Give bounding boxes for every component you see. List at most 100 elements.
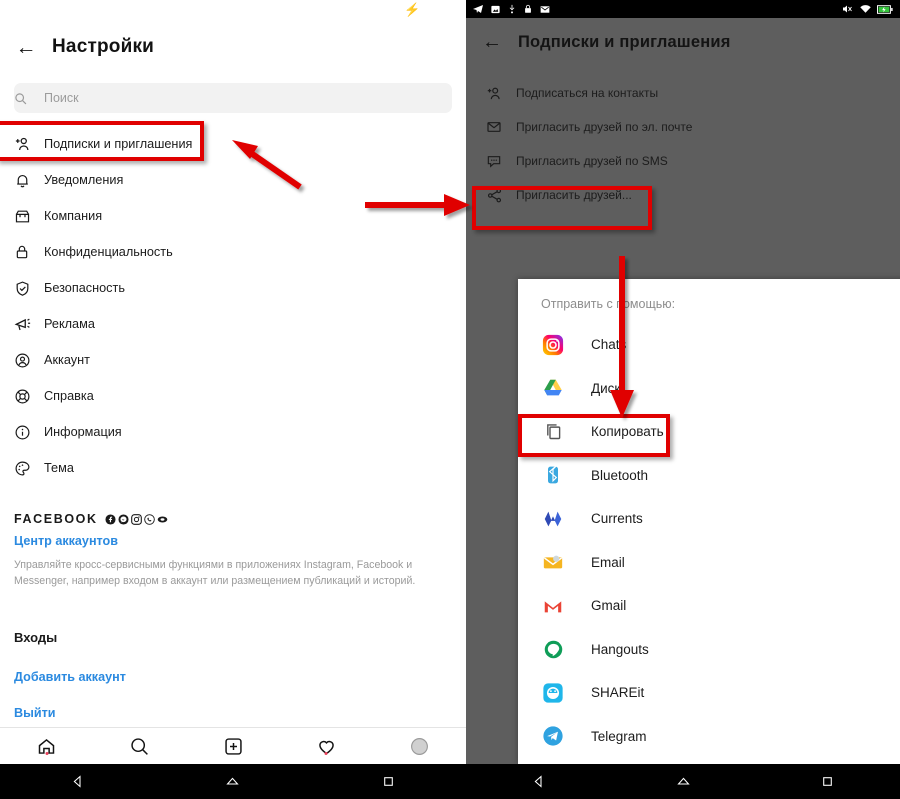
- oculus-icon: [157, 516, 167, 522]
- volume-mute-icon: [843, 5, 852, 13]
- status-left-icons: [466, 3, 551, 15]
- add-person-icon: [14, 133, 44, 155]
- avatar-icon: [410, 737, 428, 755]
- share-option-label: Telegram: [591, 728, 647, 744]
- right-settings-menu: Подписаться на контакты Пригласить друзе…: [466, 76, 900, 212]
- android-back-icon[interactable]: [0, 774, 155, 789]
- menu-item-follow-contacts[interactable]: Подписаться на контакты: [466, 76, 900, 110]
- share-option-shareit[interactable]: SHAREit: [518, 671, 900, 715]
- left-status-bar: ⚡: [0, 0, 466, 22]
- share-option-label: Email: [591, 554, 625, 570]
- tab-activity[interactable]: [280, 736, 373, 757]
- share-option-label: Диск: [591, 380, 621, 396]
- add-account-link[interactable]: Добавить аккаунт: [14, 670, 126, 684]
- account-circle-icon: [14, 349, 44, 371]
- status-right-icons: [841, 0, 893, 18]
- left-settings-menu: Подписки и приглашения Уведомления Компа…: [0, 126, 466, 486]
- share-option-telegram[interactable]: Telegram: [518, 715, 900, 759]
- sidebar-item-notifications[interactable]: Уведомления: [0, 162, 466, 198]
- sidebar-item-label: Аккаунт: [44, 353, 90, 367]
- shield-check-icon: [14, 277, 44, 299]
- menu-item-invite-sms[interactable]: Пригласить друзей по SMS: [466, 144, 900, 178]
- android-home-icon[interactable]: [611, 774, 756, 789]
- sidebar-item-subscriptions[interactable]: Подписки и приглашения: [0, 126, 466, 162]
- telegram-icon: [541, 724, 565, 748]
- share-option-chats[interactable]: Chats: [518, 323, 900, 367]
- sidebar-item-ads[interactable]: Реклама: [0, 306, 466, 342]
- menu-item-label: Подписаться на контакты: [516, 86, 659, 100]
- palette-icon: [14, 457, 44, 479]
- share-sheet-title: Отправить с помощью:: [541, 297, 676, 311]
- sidebar-item-label: Справка: [44, 389, 94, 403]
- page-title: Настройки: [52, 36, 155, 57]
- screenshot-root: ⚡ ← Настройки Поиск Подписки и приглашен…: [0, 0, 900, 799]
- sidebar-item-label: Тема: [44, 461, 74, 475]
- share-option-drive[interactable]: Диск: [518, 367, 900, 411]
- usb-icon: [509, 4, 515, 14]
- menu-item-label: Пригласить друзей по SMS: [516, 154, 668, 168]
- sidebar-item-privacy[interactable]: Конфиденциальность: [0, 234, 466, 270]
- facebook-block: FACEBOOK Центр аккаунтов Управляйте крос…: [14, 512, 454, 589]
- sidebar-item-account[interactable]: Аккаунт: [0, 342, 466, 378]
- sidebar-item-theme[interactable]: Тема: [0, 450, 466, 486]
- share-sheet-list: Chats Диск Копировать Bluetooth Currents…: [518, 323, 900, 758]
- sidebar-item-label: Информация: [44, 425, 122, 439]
- instagram-icon: [541, 333, 565, 357]
- accounts-center-link[interactable]: Центр аккаунтов: [14, 534, 454, 548]
- screenshot-icon: [491, 5, 500, 13]
- tab-search[interactable]: [93, 736, 186, 757]
- share-option-bluetooth[interactable]: Bluetooth: [518, 454, 900, 498]
- wifi-icon: [860, 5, 871, 13]
- menu-item-invite-email[interactable]: Пригласить друзей по эл. почте: [466, 110, 900, 144]
- add-person-icon: [486, 85, 516, 102]
- share-option-label: Hangouts: [591, 641, 649, 657]
- sidebar-item-label: Реклама: [44, 317, 95, 331]
- share-option-gmail[interactable]: Gmail: [518, 584, 900, 628]
- search-input[interactable]: Поиск: [14, 83, 452, 113]
- menu-item-label: Пригласить друзей по эл. почте: [516, 120, 693, 134]
- share-option-hangouts[interactable]: Hangouts: [518, 628, 900, 672]
- sidebar-item-label: Подписки и приглашения: [44, 137, 193, 151]
- menu-item-label: Пригласить друзей...: [516, 188, 632, 202]
- android-back-icon[interactable]: [466, 774, 611, 789]
- share-option-email[interactable]: Email: [518, 541, 900, 585]
- share-option-currents[interactable]: Currents: [518, 497, 900, 541]
- bluetooth-icon: [541, 463, 565, 487]
- back-arrow-icon[interactable]: ←: [0, 37, 52, 58]
- plus-box-icon: [224, 737, 242, 755]
- back-arrow-icon[interactable]: ←: [466, 32, 518, 52]
- tab-home[interactable]: [0, 736, 93, 757]
- share-option-label: Currents: [591, 511, 643, 527]
- share-option-copy[interactable]: Копировать: [518, 410, 900, 454]
- right-phone-screen: ← Подписки и приглашения Подписаться на …: [466, 0, 900, 799]
- left-header: ← Настройки: [0, 22, 466, 72]
- tab-create[interactable]: [186, 736, 279, 757]
- messenger-icon: [118, 513, 129, 525]
- telegram-icon: [473, 5, 483, 13]
- search-icon: [131, 737, 149, 755]
- sidebar-item-info[interactable]: Информация: [0, 414, 466, 450]
- battery-charging-icon: [877, 4, 893, 14]
- logout-link[interactable]: Выйти: [14, 706, 56, 720]
- sidebar-item-label: Безопасность: [44, 281, 125, 295]
- facebook-description: Управляйте кросс-сервисными функциями в …: [14, 559, 416, 587]
- tab-profile[interactable]: [373, 736, 466, 757]
- menu-item-invite-share[interactable]: Пригласить друзей...: [466, 178, 900, 212]
- sidebar-item-security[interactable]: Безопасность: [0, 270, 466, 306]
- left-bottom-tabbar: [0, 727, 466, 764]
- android-recents-icon[interactable]: [755, 775, 900, 788]
- sidebar-item-business[interactable]: Компания: [0, 198, 466, 234]
- sidebar-item-label: Компания: [44, 209, 103, 223]
- android-home-icon[interactable]: [155, 774, 310, 789]
- android-recents-icon[interactable]: [311, 775, 466, 788]
- left-phone-screen: ⚡ ← Настройки Поиск Подписки и приглашен…: [0, 0, 466, 799]
- facebook-brand-row: FACEBOOK: [14, 512, 454, 526]
- right-status-bar: [466, 0, 900, 18]
- share-option-label: SHAREit: [591, 685, 645, 701]
- home-badge-dot: [45, 751, 49, 755]
- sidebar-item-help[interactable]: Справка: [0, 378, 466, 414]
- instagram-icon: [130, 513, 142, 525]
- facebook-brand-label: FACEBOOK: [14, 512, 98, 526]
- sidebar-item-label: Уведомления: [44, 173, 124, 187]
- lock-icon: [14, 241, 44, 263]
